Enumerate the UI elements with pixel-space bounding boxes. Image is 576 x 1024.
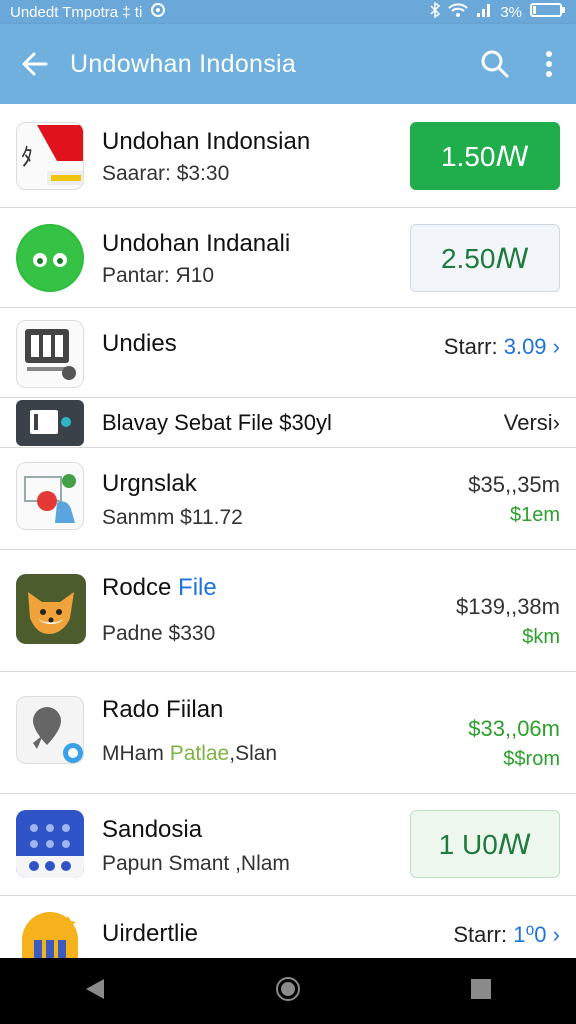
item-name: Uirdertlie <box>102 920 199 947</box>
price: $35,,35m <box>468 472 560 497</box>
battery-percent: 3% <box>500 3 522 21</box>
version-link[interactable]: Versi› <box>504 410 560 436</box>
item-subtitle: Padne $330 <box>102 622 216 645</box>
search-button[interactable] <box>468 24 522 104</box>
nav-recents-button[interactable] <box>470 978 492 1005</box>
list-item[interactable]: ﾀ Undohan Indonsian Saarar: $3:30 1.50ꟿ <box>0 104 576 208</box>
item-name: Sandosia <box>102 816 203 843</box>
item-name: Undohan Indanali <box>102 230 291 257</box>
nav-home-button[interactable] <box>275 976 301 1007</box>
location-icon <box>150 2 166 22</box>
list-item[interactable]: Urgnslak Sanmm $11.72 $35,,35m $1em <box>0 448 576 550</box>
triangle-back-icon <box>86 978 105 999</box>
item-subtitle: MHam Patlae,Slan <box>102 742 277 766</box>
arrow-left-icon <box>22 52 48 76</box>
more-options-button[interactable] <box>522 24 576 104</box>
price: $33,,06m <box>468 716 560 741</box>
item-name: Undohan Indonsian <box>102 128 311 155</box>
battery-icon <box>530 2 566 22</box>
app-bar: Undowhan Indonsia <box>0 24 576 104</box>
app-icon-sim <box>16 320 84 388</box>
start-value: 3.09 <box>503 334 547 359</box>
item-subtitle: Papun Smant ,Nlam <box>102 852 290 875</box>
nav-back-button[interactable] <box>84 977 106 1006</box>
price-button[interactable]: 1 U0ꟿ <box>410 810 560 878</box>
price-button[interactable]: 2.50ꟿ <box>410 224 560 292</box>
subtitle-highlight: Patlae <box>169 742 230 765</box>
status-text: Undedt Tmpotra ‡ ti <box>10 3 143 21</box>
circle-home-icon <box>275 976 300 1001</box>
app-icon-file <box>16 400 84 446</box>
app-icon-building <box>16 910 84 958</box>
item-name: Undies <box>102 330 177 357</box>
app-icon-flag: ﾀ <box>16 122 84 190</box>
wifi-icon <box>448 2 469 22</box>
system-nav-bar <box>0 958 576 1024</box>
page-title: Undowhan Indonsia <box>70 49 297 78</box>
version-label: Versi <box>503 410 553 435</box>
app-icon-fox <box>16 574 86 644</box>
start-value: 1⁰0 <box>513 922 547 947</box>
price-secondary: $1em <box>509 504 560 526</box>
price-button[interactable]: 1.50ꟿ <box>410 122 560 190</box>
app-icon-chat-pin <box>16 696 84 764</box>
svg-text:ﾀ: ﾀ <box>21 143 33 171</box>
chevron-right-icon: › <box>552 922 560 947</box>
subtitle-part: MHam <box>102 742 164 765</box>
item-name: Blavay Sebat File $30yl <box>102 410 332 435</box>
list-item[interactable]: Uirdertlie Starr: 1⁰0 › <box>0 896 576 958</box>
list-item[interactable]: Rodce File Padne $330 $139,,38m $km <box>0 550 576 672</box>
search-icon <box>481 50 509 78</box>
list-item[interactable]: Blavay Sebat File $30yl Versi› <box>0 398 576 448</box>
price: $139,,38m <box>456 594 560 619</box>
app-icon-keypad <box>16 810 84 878</box>
item-name: Rado Fiilan <box>102 696 224 723</box>
subtitle-part: ,Slan <box>229 742 278 765</box>
chevron-right-icon: › <box>552 334 560 359</box>
list-item[interactable]: Rado Fiilan MHam Patlae,Slan $33,,06m $$… <box>0 672 576 794</box>
price-secondary: $$rom <box>503 748 560 770</box>
signal-icon <box>476 2 492 22</box>
item-subtitle: Pantar: Я10 <box>102 264 215 287</box>
start-link[interactable]: Starr: 3.09 › <box>444 334 560 360</box>
item-subtitle: Sanmm $11.72 <box>102 506 243 529</box>
list-item[interactable]: Sandosia Papun Smant ,Nlam 1 U0ꟿ <box>0 794 576 896</box>
item-name: Urgnslak <box>102 470 197 497</box>
item-subtitle: Saarar: $3:30 <box>102 162 230 185</box>
price-secondary: $km <box>522 626 560 648</box>
app-icon-touch <box>16 462 84 530</box>
start-label: Starr: <box>443 334 498 359</box>
item-name: Rodce File <box>102 574 217 602</box>
status-bar: Undedt Tmpotra ‡ ti 3% <box>0 0 576 24</box>
more-vert-icon <box>546 51 552 77</box>
start-label: Starr: <box>453 922 508 947</box>
app-list: ﾀ Undohan Indonsian Saarar: $3:30 1.50ꟿ … <box>0 104 576 958</box>
chevron-right-icon: › <box>552 410 560 435</box>
back-button[interactable] <box>0 24 70 104</box>
list-item[interactable]: Undies Starr: 3.09 › <box>0 308 576 398</box>
item-name-highlight: File <box>178 574 217 601</box>
start-link[interactable]: Starr: 1⁰0 › <box>453 922 560 948</box>
app-icon-green-face <box>16 224 84 292</box>
list-item[interactable]: Undohan Indanali Pantar: Я10 2.50ꟿ <box>0 208 576 308</box>
item-name-part: Rodce <box>102 574 172 601</box>
bluetooth-icon <box>430 1 441 22</box>
square-recents-icon <box>470 978 491 999</box>
